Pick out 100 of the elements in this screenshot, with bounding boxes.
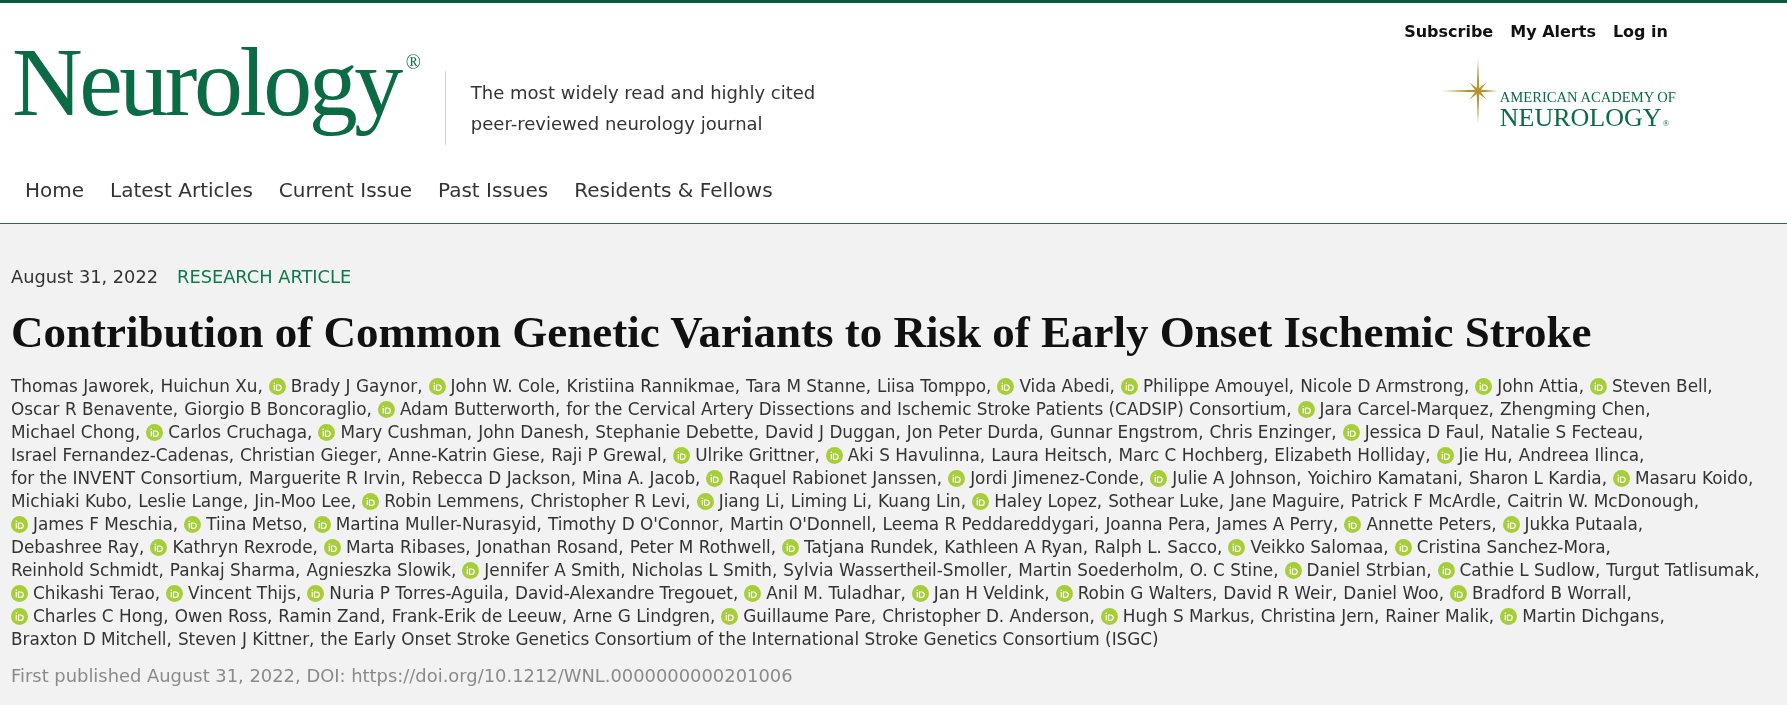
author-name[interactable]: Guillaume Pare, <box>743 605 877 628</box>
author-name[interactable]: Gunnar Engstrom, <box>1049 421 1204 444</box>
author-name[interactable]: Daniel Woo, <box>1343 582 1445 605</box>
author-name[interactable]: Daniel Strbian, <box>1306 559 1432 582</box>
author-name[interactable]: Robin Lemmens, <box>384 490 525 513</box>
author-name[interactable]: Natalie S Fecteau, <box>1490 421 1644 444</box>
author-name[interactable]: Jan H Veldink, <box>933 582 1050 605</box>
author-name[interactable]: Veikko Salomaa, <box>1250 536 1389 559</box>
author-name[interactable]: Kristiina Rannikmae, <box>566 375 741 398</box>
author-name[interactable]: Jukka Putaala, <box>1524 513 1644 536</box>
account-link[interactable]: Log in <box>1612 21 1668 43</box>
nav-link[interactable]: Current Issue <box>278 177 412 203</box>
author-name[interactable]: David-Alexandre Tregouet, <box>515 582 739 605</box>
author-name[interactable]: Christopher R Levi, <box>530 490 691 513</box>
article-type[interactable]: RESEARCH ARTICLE <box>177 264 352 289</box>
author-name[interactable]: Thomas Jaworek, <box>11 375 155 398</box>
id-icon[interactable] <box>1437 562 1455 579</box>
author-name[interactable]: Braxton D Mitchell, <box>11 628 172 651</box>
author-name[interactable]: Arne G Lindgren, <box>573 605 716 628</box>
author-name[interactable]: Peter M Rothwell, <box>629 536 777 559</box>
author-name[interactable]: Rainer Malik, <box>1385 605 1495 628</box>
author-name[interactable]: Kuang Lin, <box>878 490 967 513</box>
author-name[interactable]: Anil M. Tuladhar, <box>766 582 906 605</box>
author-name[interactable]: Martina Muller-Nurasyid, <box>335 513 542 536</box>
id-icon[interactable] <box>1344 516 1362 533</box>
id-icon[interactable] <box>1500 608 1518 625</box>
account-link[interactable]: My Alerts <box>1510 21 1596 43</box>
id-icon[interactable] <box>146 424 164 441</box>
id-icon[interactable] <box>972 493 990 510</box>
author-name[interactable]: Bradford B Worrall, <box>1472 582 1632 605</box>
author-name[interactable]: Kathleen A Ryan, <box>944 536 1089 559</box>
id-icon[interactable] <box>1394 539 1412 556</box>
id-icon[interactable] <box>462 562 480 579</box>
author-name[interactable]: Nicholas L Smith, <box>631 559 778 582</box>
author-name[interactable]: Martin Dichgans, <box>1522 605 1665 628</box>
author-name[interactable]: Stephanie Debette, <box>595 421 760 444</box>
id-icon[interactable] <box>323 539 341 556</box>
id-icon[interactable] <box>744 585 762 602</box>
author-name[interactable]: Robin G Walters, <box>1077 582 1218 605</box>
author-name[interactable]: David J Duggan, <box>765 421 901 444</box>
author-name[interactable]: Michiaki Kubo, <box>11 490 133 513</box>
author-name[interactable]: Christopher D. Anderson, <box>882 605 1095 628</box>
author-name[interactable]: Jara Carcel-Marquez, <box>1319 398 1494 421</box>
author-name[interactable]: Steven J Kittner, <box>177 628 315 651</box>
author-name[interactable]: Liming Li, <box>790 490 873 513</box>
author-name[interactable]: Vida Abedi, <box>1019 375 1115 398</box>
id-icon[interactable] <box>1502 516 1520 533</box>
author-name[interactable]: Owen Ross, <box>174 605 273 628</box>
author-name[interactable]: Adam Butterworth, <box>399 398 561 421</box>
author-name[interactable]: Patrick F McArdle, <box>1350 490 1502 513</box>
author-name[interactable]: Ralph L. Sacco, <box>1094 536 1223 559</box>
author-name[interactable]: Tiina Metso, <box>206 513 308 536</box>
id-icon[interactable] <box>1436 447 1454 464</box>
id-icon[interactable] <box>150 539 168 556</box>
author-name[interactable]: Ulrike Grittner, <box>695 444 820 467</box>
author-name[interactable]: Christian Gieger, <box>240 444 382 467</box>
author-name[interactable]: Nicole D Armstrong, <box>1300 375 1470 398</box>
author-name[interactable]: Giorgio B Boncoraglio, <box>184 398 372 421</box>
author-name[interactable]: Christina Jern, <box>1260 605 1380 628</box>
id-icon[interactable] <box>706 470 724 487</box>
id-icon[interactable] <box>1450 585 1468 602</box>
author-name[interactable]: John Attia, <box>1497 375 1585 398</box>
author-name[interactable]: Marc C Hochberg, <box>1118 444 1269 467</box>
id-icon[interactable] <box>782 539 800 556</box>
author-name[interactable]: Vincent Thijs, <box>188 582 302 605</box>
id-icon[interactable] <box>1150 470 1168 487</box>
id-icon[interactable] <box>1297 401 1315 418</box>
author-name[interactable]: Reinhold Schmidt, <box>11 559 164 582</box>
id-icon[interactable] <box>313 516 331 533</box>
nav-link[interactable]: Past Issues <box>438 177 549 203</box>
author-name[interactable]: Liisa Tomppo, <box>877 375 992 398</box>
society-name[interactable]: AMERICAN ACADEMY OF <box>1499 90 1676 105</box>
author-name[interactable]: Leema R Peddareddygari, <box>882 513 1100 536</box>
author-name[interactable]: Frank-Erik de Leeuw, <box>391 605 568 628</box>
author-name[interactable]: John Danesh, <box>478 421 590 444</box>
author-name[interactable]: Masaru Koido, <box>1635 467 1754 490</box>
author-name[interactable]: John W. Cole, <box>450 375 561 398</box>
author-name[interactable]: James F Meschia, <box>33 513 179 536</box>
author-name[interactable]: Zhengming Chen, <box>1499 398 1651 421</box>
id-icon[interactable] <box>1590 378 1608 395</box>
author-name[interactable]: Caitrin W. McDonough, <box>1507 490 1700 513</box>
author-name[interactable]: Michael Chong, <box>11 421 141 444</box>
author-name[interactable]: Marguerite R Irvin, <box>248 467 406 490</box>
author-name[interactable]: for the INVENT Consortium, <box>11 467 243 490</box>
id-icon[interactable] <box>268 378 286 395</box>
author-name[interactable]: Turgut Tatlisumak, <box>1606 559 1760 582</box>
author-name[interactable]: Steven Bell, <box>1612 375 1713 398</box>
author-name[interactable]: Chris Enzinger, <box>1209 421 1337 444</box>
author-name[interactable]: Raji P Grewal, <box>551 444 668 467</box>
id-icon[interactable] <box>11 516 28 533</box>
author-name[interactable]: Huichun Xu, <box>160 375 263 398</box>
id-icon[interactable] <box>997 378 1015 395</box>
author-name[interactable]: Julie A Johnson, <box>1172 467 1302 490</box>
id-icon[interactable] <box>1475 378 1493 395</box>
author-name[interactable]: Marta Ribases, <box>345 536 471 559</box>
id-icon[interactable] <box>1613 470 1630 487</box>
id-icon[interactable] <box>428 378 446 395</box>
author-name[interactable]: Charles C Hong, <box>33 605 169 628</box>
author-name[interactable]: Anne-Katrin Giese, <box>387 444 546 467</box>
author-name[interactable]: Aki S Havulinna, <box>847 444 986 467</box>
